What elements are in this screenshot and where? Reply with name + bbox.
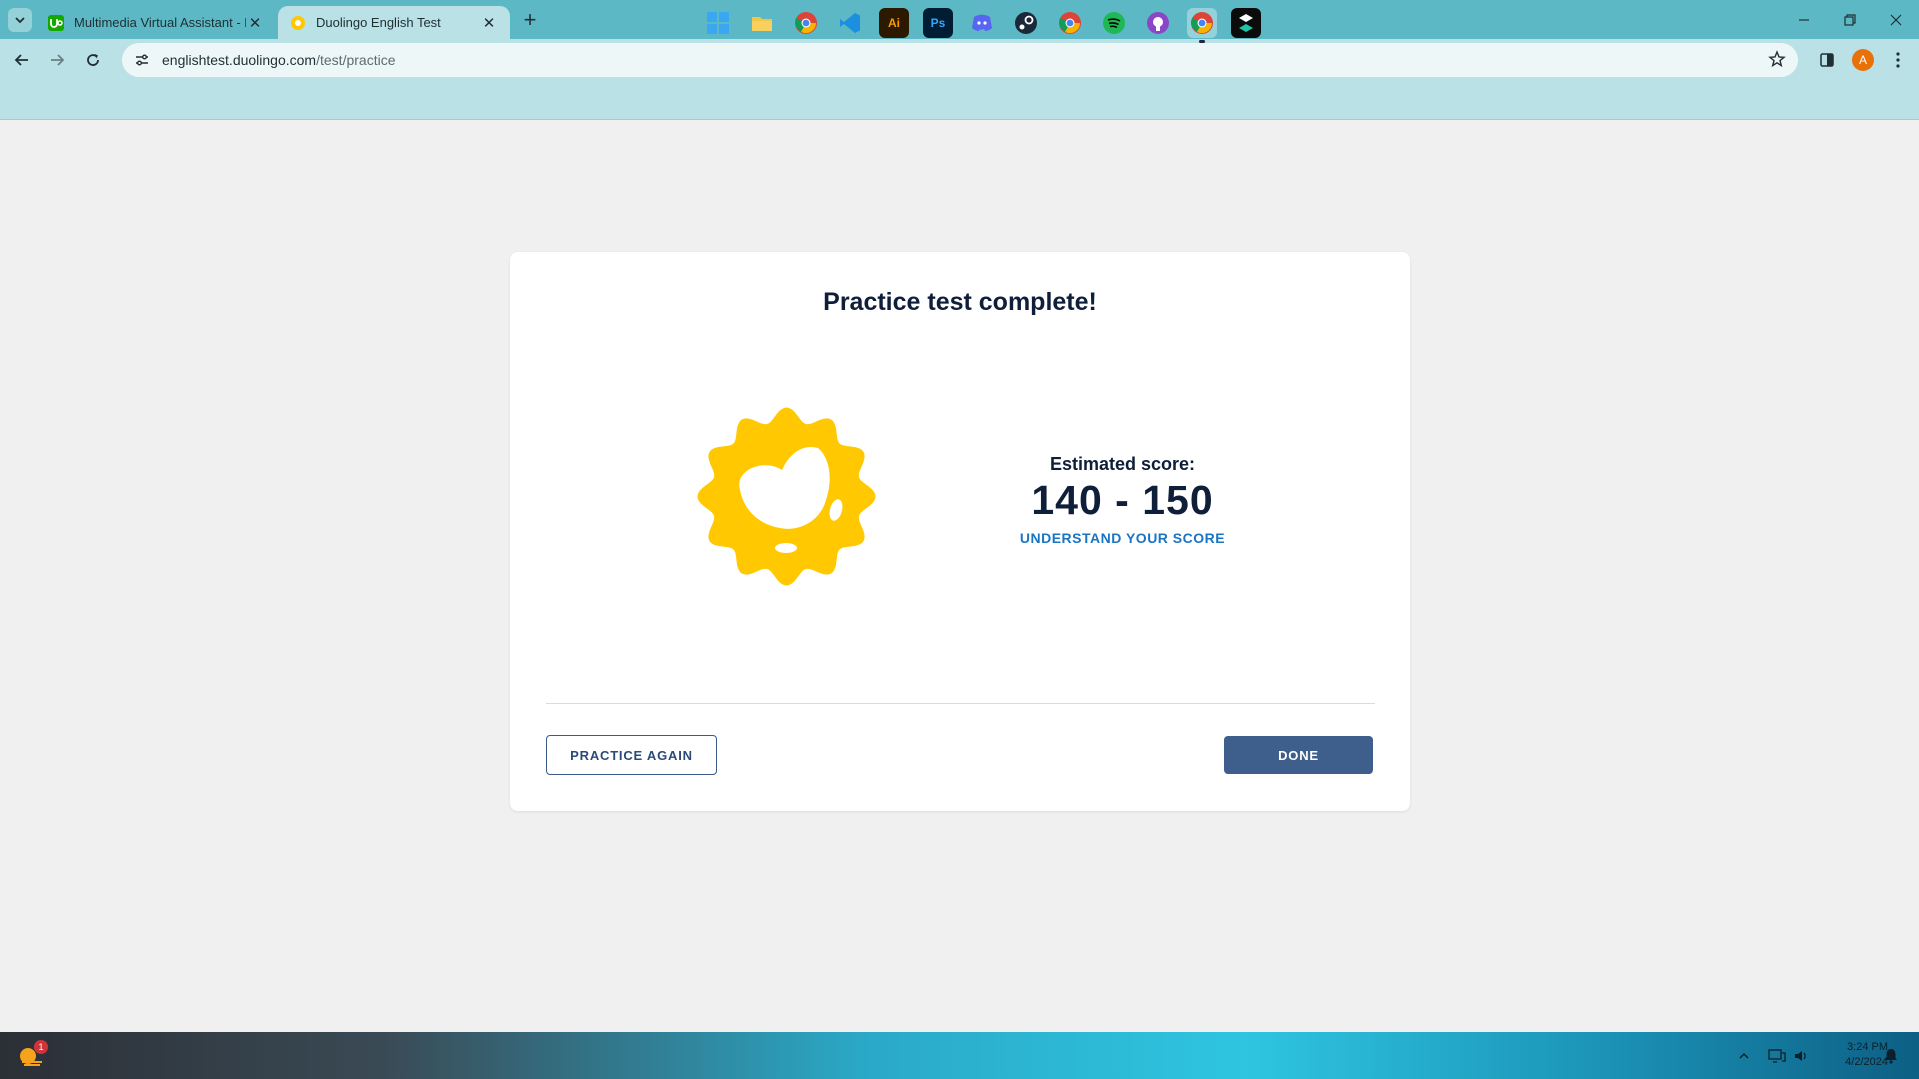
chevron-down-icon bbox=[15, 17, 25, 24]
photoshop-icon[interactable]: Ps bbox=[923, 8, 953, 38]
reload-icon[interactable] bbox=[78, 45, 108, 75]
divider bbox=[546, 703, 1375, 704]
bookmarks-bar bbox=[0, 81, 1919, 120]
steam-icon[interactable] bbox=[1011, 8, 1041, 38]
tab-duolingo[interactable]: Duolingo English Test ✕ bbox=[278, 6, 510, 39]
tab-upwork[interactable]: Multimedia Virtual Assistant - P ✕ bbox=[36, 6, 276, 39]
practice-again-button[interactable]: PRACTICE AGAIN bbox=[546, 735, 717, 775]
upwork-favicon-icon bbox=[48, 14, 64, 31]
understand-score-link[interactable]: UNDERSTAND YOUR SCORE bbox=[980, 530, 1265, 546]
active-indicator bbox=[1199, 40, 1205, 43]
duolingo-badge-icon bbox=[697, 407, 876, 586]
windows-taskbar bbox=[0, 1032, 1919, 1079]
tab-title: Duolingo English Test bbox=[316, 15, 441, 30]
minimize-icon[interactable] bbox=[1781, 0, 1827, 39]
browser-toolbar: englishtest.duolingo.com/test/practice A bbox=[0, 39, 1919, 81]
clock-time: 3:24 PM bbox=[1847, 1041, 1888, 1053]
result-card: Practice test complete! Estimated score:… bbox=[510, 252, 1410, 811]
close-tab-icon[interactable]: ✕ bbox=[480, 14, 498, 32]
volume-icon[interactable] bbox=[1793, 1044, 1809, 1068]
forward-arrow-icon[interactable] bbox=[42, 45, 72, 75]
illustrator-icon[interactable]: Ai bbox=[879, 8, 909, 38]
capcut-icon[interactable] bbox=[1231, 8, 1261, 38]
chrome-profile-icon[interactable] bbox=[1055, 8, 1085, 38]
url-text: englishtest.duolingo.com/test/practice bbox=[162, 52, 395, 68]
kebab-menu-icon[interactable] bbox=[1883, 45, 1913, 75]
duolingo-favicon-icon bbox=[290, 15, 306, 31]
notification-badge: 1 bbox=[34, 1040, 48, 1054]
chrome-active-icon[interactable] bbox=[1187, 8, 1217, 43]
github-icon[interactable] bbox=[1143, 8, 1173, 38]
restore-icon[interactable] bbox=[1827, 0, 1873, 39]
new-tab-icon[interactable]: + bbox=[518, 7, 542, 32]
url-path: /test/practice bbox=[316, 52, 396, 68]
score-value: 140 - 150 bbox=[1031, 477, 1214, 523]
notification-bell-icon[interactable] bbox=[1884, 1044, 1898, 1068]
profile-avatar[interactable]: A bbox=[1852, 49, 1874, 71]
done-button[interactable]: DONE bbox=[1224, 736, 1373, 774]
windows-start-icon[interactable] bbox=[703, 8, 733, 38]
system-clock[interactable]: 3:24 PM 4/2/2024 bbox=[1818, 1040, 1888, 1070]
site-info-icon[interactable] bbox=[132, 52, 152, 68]
vscode-icon[interactable] bbox=[835, 8, 865, 38]
discord-icon[interactable] bbox=[967, 8, 997, 38]
score-block: Estimated score: 140 - 150 UNDERSTAND YO… bbox=[980, 454, 1265, 546]
tab-title: Multimedia Virtual Assistant - P bbox=[74, 15, 246, 30]
tab-search-button[interactable] bbox=[8, 8, 32, 32]
address-bar[interactable]: englishtest.duolingo.com/test/practice bbox=[122, 43, 1798, 77]
page-title: Practice test complete! bbox=[823, 288, 1097, 316]
network-icon[interactable] bbox=[1768, 1044, 1786, 1068]
close-tab-icon[interactable]: ✕ bbox=[246, 14, 264, 32]
side-panel-icon[interactable] bbox=[1812, 45, 1842, 75]
file-explorer-icon[interactable] bbox=[747, 8, 777, 38]
bookmark-star-icon[interactable] bbox=[1768, 50, 1786, 73]
browser-tabstrip: Multimedia Virtual Assistant - P ✕ Duoli… bbox=[0, 0, 1919, 39]
clock-date: 4/2/2024 bbox=[1845, 1056, 1888, 1068]
show-hidden-icons-icon[interactable] bbox=[1738, 1044, 1750, 1068]
url-domain: englishtest.duolingo.com bbox=[162, 52, 317, 68]
spotify-icon[interactable] bbox=[1099, 8, 1129, 38]
chrome-icon[interactable] bbox=[791, 8, 821, 38]
back-arrow-icon[interactable] bbox=[7, 45, 37, 75]
score-label: Estimated score: bbox=[1049, 454, 1196, 474]
close-window-icon[interactable] bbox=[1873, 0, 1919, 39]
